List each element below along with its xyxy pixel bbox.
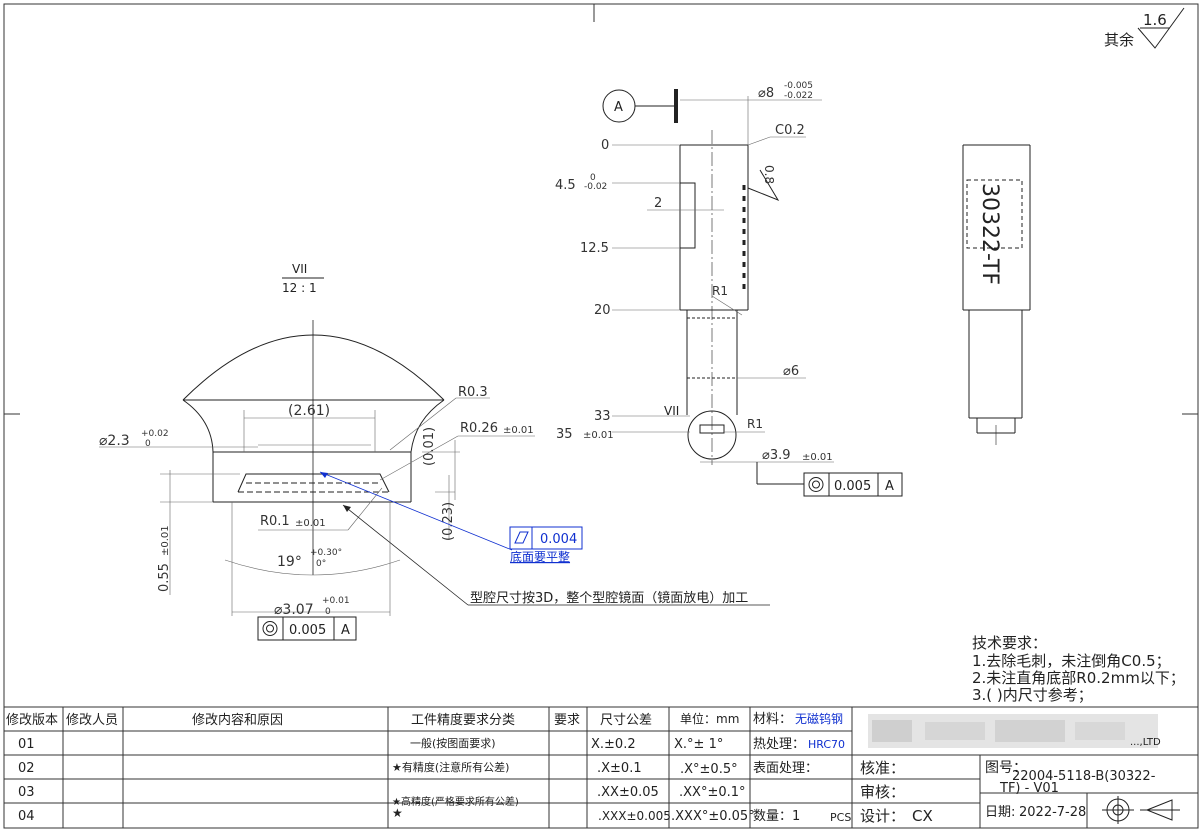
hdr-precision: 工件精度要求分类 bbox=[411, 712, 515, 728]
dim-height-0-55: 0.55 bbox=[157, 563, 172, 592]
dim-r0-26-tol: ±0.01 bbox=[503, 425, 534, 436]
row-version: 01 bbox=[18, 737, 35, 752]
hdr-tolerance: 尺寸公差 bbox=[600, 713, 652, 728]
heat-label: 热处理： bbox=[753, 737, 805, 752]
tech-item-1: 1.去除毛刺，未注倒角C0.5； bbox=[972, 652, 1171, 670]
detail-coax-value: 0.005 bbox=[289, 623, 326, 638]
dim-pos-20: 20 bbox=[594, 303, 611, 318]
row-version: 03 bbox=[18, 785, 35, 800]
row-class: ★有精度(注意所有公差) bbox=[392, 760, 509, 774]
row-class: 一般(按图面要求) bbox=[410, 736, 496, 750]
row-tol: .XX±0.05 bbox=[597, 785, 659, 800]
dim-dia-2-3-tol-dn: 0 bbox=[145, 439, 151, 449]
dim-dia-3-9: ⌀3.9 bbox=[762, 448, 791, 463]
material-label: 材料： bbox=[753, 712, 792, 727]
cavity-note: 型腔尺寸按3D，整个型腔镜面（镜面放电）加工 bbox=[470, 591, 748, 606]
dim-pos-0: 0 bbox=[601, 138, 609, 153]
dim-dia-3-07-tol-up: +0.01 bbox=[322, 596, 350, 606]
detail-callout: VII bbox=[664, 404, 679, 418]
surface-label: 表面处理： bbox=[753, 761, 818, 776]
dim-pos-4-5-tol-dn: -0.02 bbox=[584, 182, 607, 192]
dim-r0-1: R0.1 bbox=[260, 514, 290, 529]
datum-a-label: A bbox=[614, 100, 623, 115]
dim-pos-12-5: 12.5 bbox=[580, 241, 609, 256]
dim-r0-3: R0.3 bbox=[458, 385, 488, 400]
material-value: 无磁钨钢 bbox=[795, 711, 843, 726]
dim-pos-35: 35 bbox=[556, 427, 573, 442]
design-value: CX bbox=[912, 807, 933, 825]
roughness-value: 1.6 bbox=[1143, 11, 1167, 29]
dim-dia-6: ⌀6 bbox=[783, 364, 799, 379]
dim-r1-bottom: R1 bbox=[747, 417, 763, 431]
dim-dia-8: ⌀8 bbox=[758, 86, 774, 101]
hdr-version: 修改版本 bbox=[6, 713, 58, 728]
dim-pos-33: 33 bbox=[594, 409, 611, 424]
dim-dia-2-3-tol-up: +0.02 bbox=[141, 429, 169, 439]
dim-dia-3-07-tol-dn: 0 bbox=[325, 607, 331, 617]
dim-dia-2-3: ⌀2.3 bbox=[99, 433, 130, 449]
dim-chamfer: C0.2 bbox=[775, 123, 805, 138]
row-tol: X.±0.2 bbox=[591, 737, 636, 752]
flatness-note: 底面要平整 bbox=[510, 549, 570, 564]
projection-symbol-icon bbox=[1102, 796, 1180, 824]
dim-dia-3-9-tol: ±0.01 bbox=[802, 452, 833, 463]
row-ang: .X°±0.5° bbox=[680, 762, 738, 777]
dim-dia-8-tol-dn: -0.022 bbox=[784, 91, 813, 101]
dim-r0-1-tol: ±0.01 bbox=[295, 518, 326, 529]
qty-label: 数量： bbox=[753, 809, 792, 824]
side-engraving: 30322-TF bbox=[977, 183, 1002, 285]
company-name-blurred bbox=[868, 714, 1158, 748]
qty-value: 1 bbox=[792, 809, 800, 824]
main-coax-value: 0.005 bbox=[834, 479, 871, 494]
dim-pos-4-5: 4.5 bbox=[555, 178, 576, 193]
dim-angle-19: 19° bbox=[277, 554, 302, 570]
dim-angle-19-tol-up: +0.30° bbox=[310, 548, 342, 558]
dim-dia-3-07: ⌀3.07 bbox=[274, 602, 314, 618]
approve-label: 核准： bbox=[860, 759, 905, 777]
main-part-outline bbox=[679, 144, 749, 460]
tech-title: 技术要求： bbox=[972, 634, 1047, 652]
dim-width-2-61: (2.61) bbox=[288, 403, 330, 419]
flatness-value: 0.004 bbox=[540, 532, 577, 547]
main-coax-datum: A bbox=[885, 479, 894, 494]
row-version: 04 bbox=[18, 809, 35, 824]
qty-unit: PCS bbox=[830, 811, 851, 824]
detail-view-name: VII bbox=[292, 262, 307, 276]
tech-item-2: 2.未注直角底部R0.2mm以下； bbox=[972, 669, 1185, 687]
detail-coax-datum: A bbox=[341, 623, 350, 638]
dim-dia-8-tol-up: -0.005 bbox=[784, 81, 813, 91]
dim-roughness-0-8: 0.8 bbox=[762, 165, 776, 184]
company-suffix: ...,LTD bbox=[1130, 737, 1161, 748]
review-label: 审核： bbox=[860, 783, 905, 801]
row-ang: .XXX°±0.05° bbox=[671, 809, 755, 824]
row-ang: .XX°±0.1° bbox=[679, 785, 746, 800]
dim-r0-26: R0.26 bbox=[460, 421, 498, 436]
date-label: 日期: bbox=[985, 805, 1015, 820]
row-class: ★ bbox=[392, 806, 403, 820]
heat-value: HRC70 bbox=[808, 738, 845, 751]
hdr-editor: 修改人员 bbox=[66, 713, 118, 728]
hdr-reason: 修改内容和原因 bbox=[192, 712, 283, 728]
hdr-unit: 单位：mm bbox=[680, 711, 739, 726]
row-class: ★高精度(严格要求所有公差) bbox=[392, 795, 519, 808]
detail-view-scale: 12 : 1 bbox=[282, 281, 317, 295]
date-value: 2022-7-28 bbox=[1019, 805, 1086, 820]
dim-depth-0-23: (0.23) bbox=[441, 502, 456, 541]
dim-angle-19-tol-dn: 0° bbox=[316, 559, 326, 569]
row-version: 02 bbox=[18, 761, 35, 776]
dim-r1-top: R1 bbox=[712, 284, 728, 298]
dim-height-0-55-tol: ±0.01 bbox=[160, 525, 171, 556]
dim-2: 2 bbox=[654, 196, 662, 211]
row-tol: .X±0.1 bbox=[597, 761, 642, 776]
drawing-sheet: 1.6 其余 VII 12 : 1 (2.61) ⌀2.3 +0.02 0 R0… bbox=[3, 3, 1199, 829]
dim-depth-0-01: (0.01) bbox=[422, 427, 437, 466]
roughness-label: 其余 bbox=[1104, 31, 1134, 49]
row-tol: .XXX±0.005 bbox=[598, 809, 671, 823]
design-label: 设计： bbox=[860, 807, 905, 825]
hdr-require: 要求 bbox=[554, 713, 580, 728]
dim-pos-35-tol: ±0.01 bbox=[583, 430, 614, 441]
tech-item-3: 3.( )内尺寸参考； bbox=[972, 686, 1093, 704]
row-ang: X.°± 1° bbox=[674, 737, 723, 752]
drawing-no-line2: TF) - V01 bbox=[999, 781, 1059, 796]
